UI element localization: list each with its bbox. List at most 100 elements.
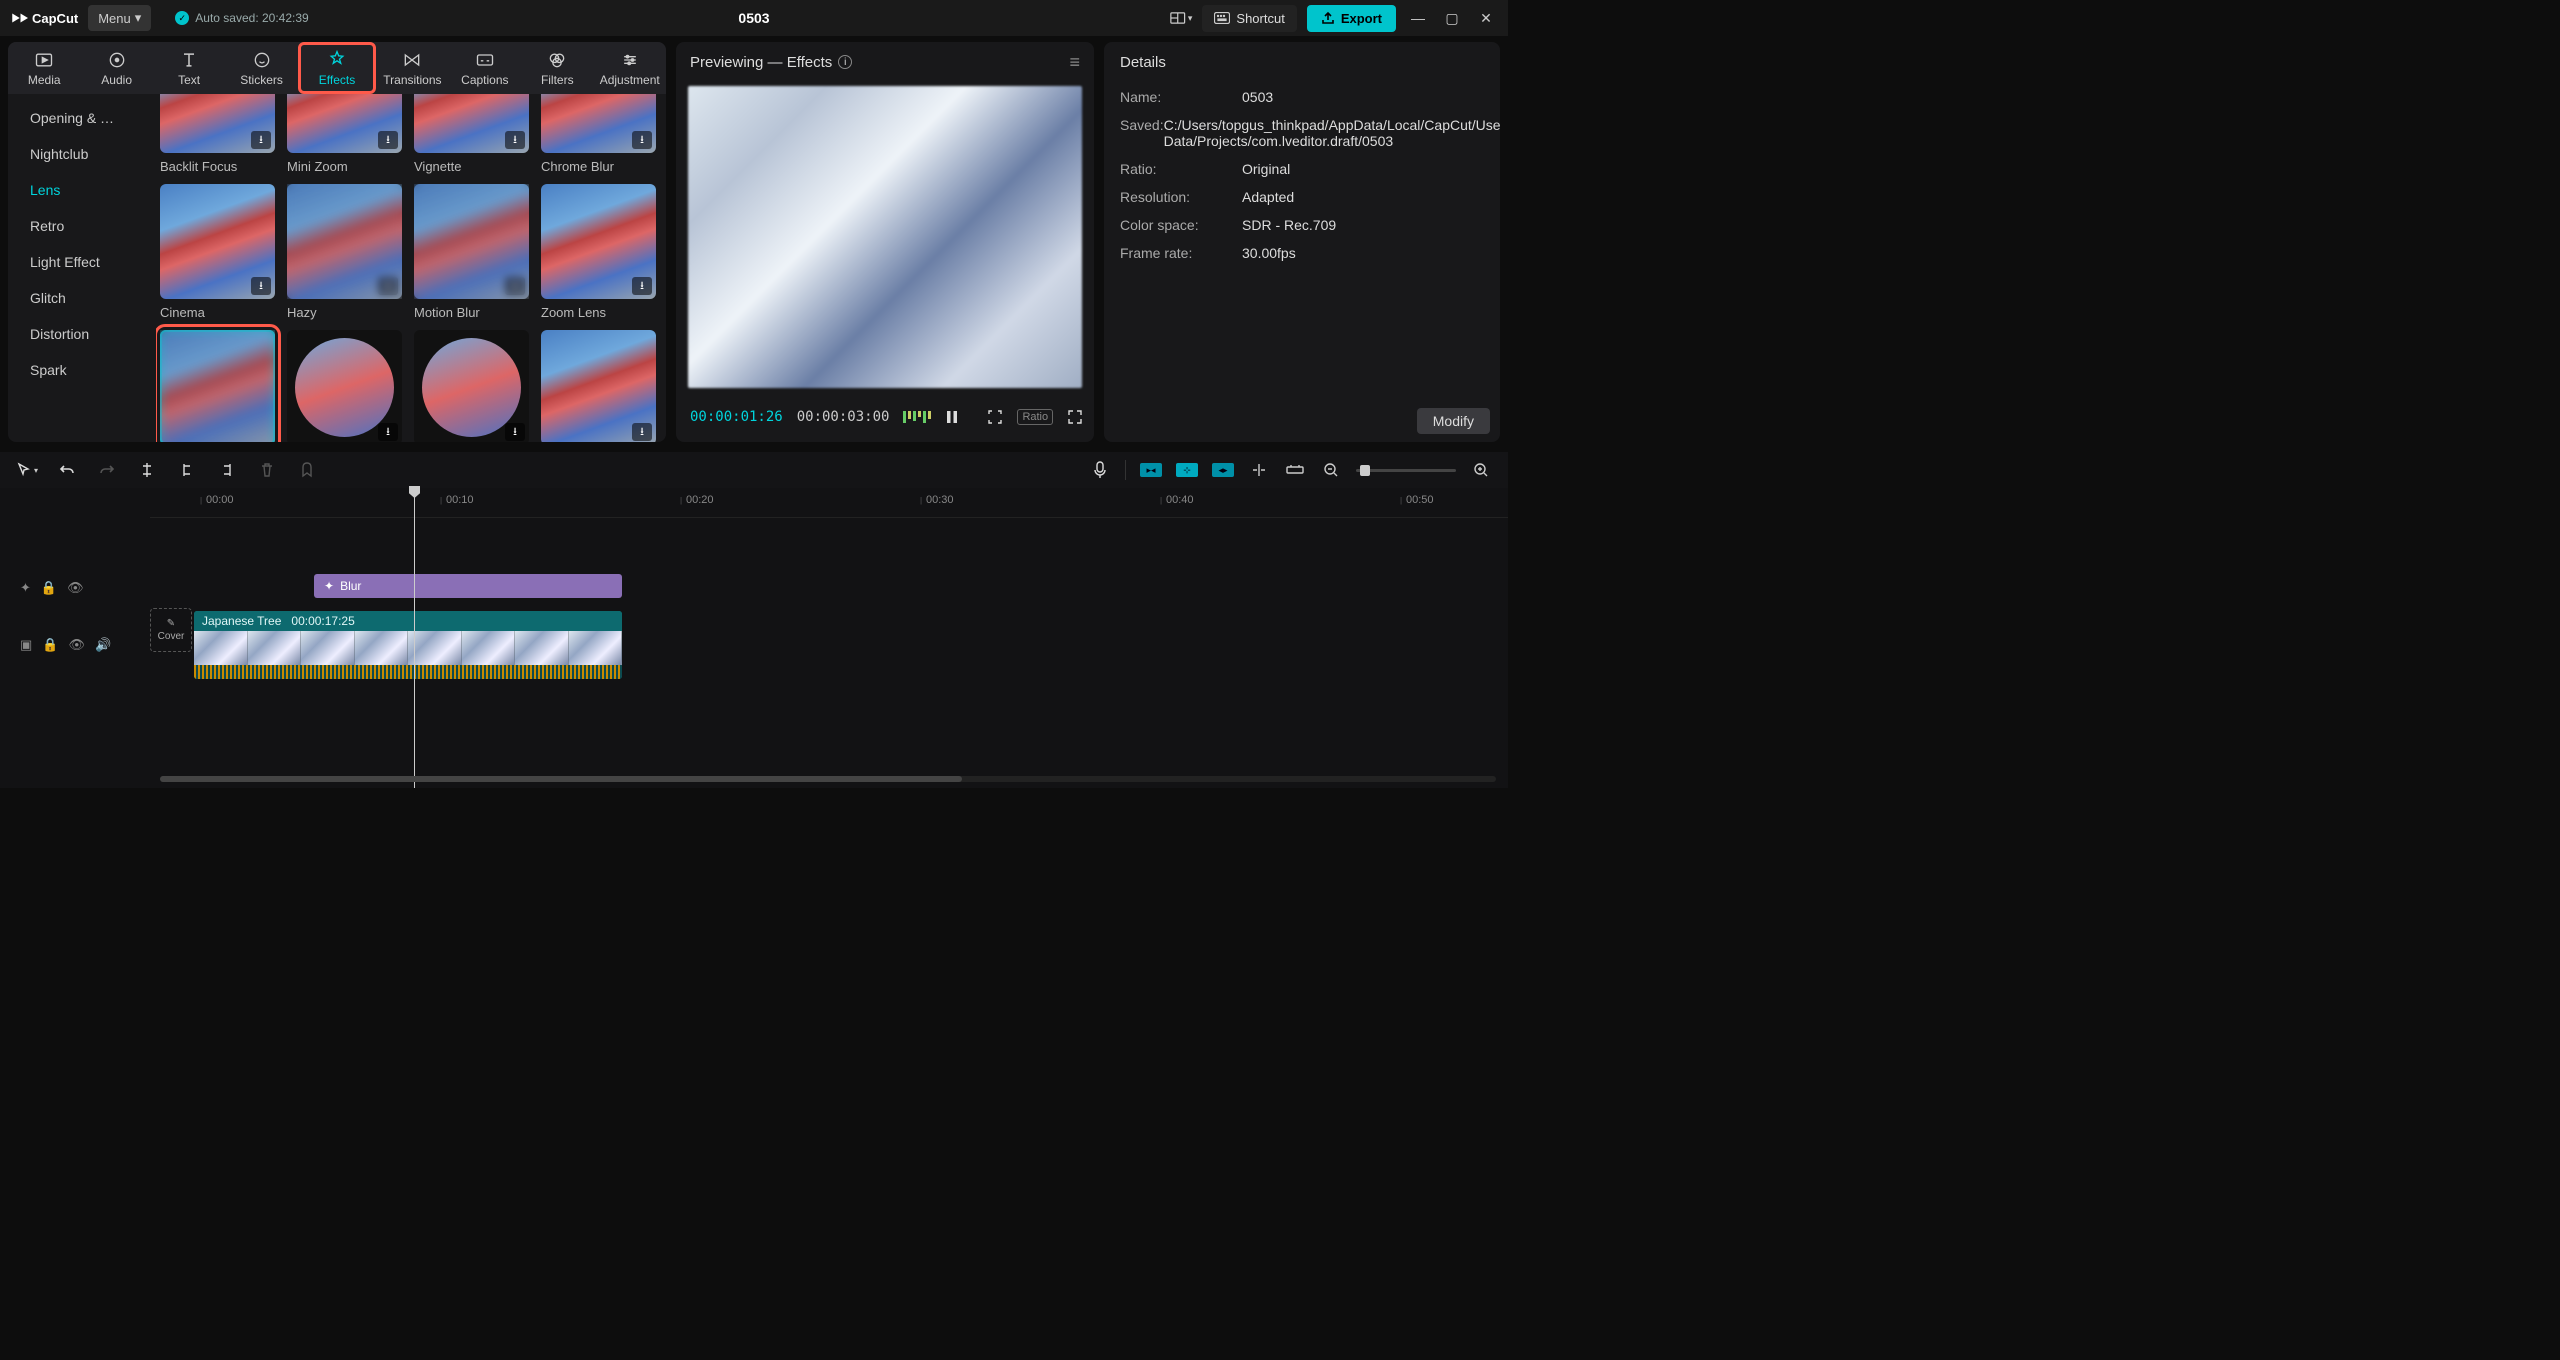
download-icon[interactable]: ⭳ (505, 277, 525, 295)
category-lens[interactable]: Lens (8, 172, 156, 208)
timeline-scrollbar[interactable] (160, 776, 1496, 782)
clip-name: Japanese Tree (202, 614, 281, 628)
menu-button[interactable]: Menu ▾ (88, 5, 151, 31)
download-icon[interactable]: ⭳ (251, 277, 271, 295)
zoom-slider[interactable] (1356, 469, 1456, 472)
effect-card[interactable]: ⭳Hazy (287, 184, 402, 320)
maximize-button[interactable]: ▢ (1440, 6, 1464, 30)
effect-card-blur[interactable]: Blur (157, 327, 278, 442)
tab-stickers[interactable]: Stickers (225, 42, 297, 94)
effect-card[interactable]: ⭳Fisheye III (414, 330, 529, 442)
ruler-tick: 00:50 (1406, 494, 1434, 506)
zoom-out-button[interactable] (1320, 459, 1342, 481)
shortcut-button[interactable]: Shortcut (1202, 5, 1296, 32)
export-button[interactable]: Export (1307, 5, 1396, 32)
effect-card[interactable]: ⭳ Cinema (160, 184, 275, 320)
modify-button[interactable]: Modify (1417, 408, 1490, 434)
trim-left-button[interactable] (176, 459, 198, 481)
zoom-knob[interactable] (1360, 465, 1370, 476)
clip-thumbnails (194, 631, 622, 665)
zoom-in-button[interactable] (1470, 459, 1492, 481)
timeline-ruler[interactable]: 00:00 00:10 00:20 00:30 00:40 00:50 (150, 488, 1508, 518)
mute-icon[interactable]: 🔊 (95, 637, 111, 653)
trim-right-button[interactable] (216, 459, 238, 481)
effect-card[interactable]: ⭳Vignette (414, 94, 529, 174)
eye-icon[interactable]: 👁 (68, 637, 85, 653)
timecode-total: 00:00:03:00 (797, 409, 890, 425)
category-glitch[interactable]: Glitch (8, 280, 156, 316)
download-icon[interactable]: ⭳ (632, 131, 652, 149)
cover-button[interactable]: ✎ Cover (150, 608, 192, 652)
clip-audio-wave (194, 665, 622, 679)
category-opening[interactable]: Opening & … (8, 100, 156, 136)
tab-effects[interactable]: Effects (298, 42, 376, 94)
split-button[interactable] (136, 459, 158, 481)
lock-icon[interactable]: 🔒 (41, 580, 57, 596)
tab-transitions[interactable]: Transitions (376, 42, 448, 94)
magnet-main-button[interactable]: ▸◂ (1140, 463, 1162, 477)
select-tool[interactable]: ▾ (16, 459, 38, 481)
layout-button[interactable]: ▾ (1170, 7, 1192, 29)
preview-viewport[interactable] (688, 86, 1082, 388)
playhead[interactable] (414, 488, 415, 788)
scrollbar-thumb[interactable] (160, 776, 962, 782)
download-icon[interactable]: ⭳ (378, 423, 398, 441)
effect-card[interactable]: ⭳Fisheye 4 (287, 330, 402, 442)
scan-icon[interactable] (987, 406, 1003, 428)
ratio-button[interactable]: Ratio (1017, 409, 1053, 425)
effect-label: Motion Blur (414, 305, 529, 320)
delete-button[interactable] (256, 459, 278, 481)
download-icon[interactable]: ⭳ (378, 131, 398, 149)
tab-filters[interactable]: Filters (521, 42, 593, 94)
effect-card[interactable]: ⭳Zoom Lens (541, 184, 656, 320)
marker-button[interactable] (296, 459, 318, 481)
audio-level-icon (903, 411, 931, 423)
minimize-button[interactable]: — (1406, 6, 1430, 30)
undo-button[interactable] (56, 459, 78, 481)
category-retro[interactable]: Retro (8, 208, 156, 244)
download-icon[interactable]: ⭳ (251, 131, 271, 149)
video-track-icon[interactable]: ▣ (20, 637, 32, 653)
preview-menu-button[interactable]: ≡ (1069, 52, 1080, 73)
eye-icon[interactable]: 👁 (67, 580, 84, 596)
download-icon[interactable]: ⭳ (632, 277, 652, 295)
close-button[interactable]: ✕ (1474, 6, 1498, 30)
effect-card[interactable]: ⭳Mini Zoom (287, 94, 402, 174)
redo-button[interactable] (96, 459, 118, 481)
effect-card[interactable]: ⭳Fisheye (541, 330, 656, 442)
preview-trim-button[interactable] (1284, 459, 1306, 481)
category-distortion[interactable]: Distortion (8, 316, 156, 352)
tab-adjustment[interactable]: Adjustment (594, 42, 666, 94)
pause-button[interactable] (945, 406, 959, 428)
tab-captions[interactable]: Captions (449, 42, 521, 94)
download-icon[interactable]: ⭳ (505, 131, 525, 149)
effect-clip[interactable]: ✦ Blur (314, 574, 622, 598)
timeline[interactable]: 00:00 00:10 00:20 00:30 00:40 00:50 ✦ 🔒 … (0, 488, 1508, 788)
category-light-effect[interactable]: Light Effect (8, 244, 156, 280)
category-nightclub[interactable]: Nightclub (8, 136, 156, 172)
fullscreen-button[interactable] (1067, 406, 1083, 428)
sparkle-icon: ✦ (324, 579, 334, 593)
effect-label: Cinema (160, 305, 275, 320)
effect-card[interactable]: ⭳Backlit Focus (160, 94, 275, 174)
video-clip[interactable]: Japanese Tree 00:00:17:25 (194, 611, 622, 679)
tab-audio[interactable]: Audio (80, 42, 152, 94)
lock-icon[interactable]: 🔒 (42, 637, 58, 653)
tab-media[interactable]: Media (8, 42, 80, 94)
magnet-link-button[interactable]: ⊹ (1176, 463, 1198, 477)
effect-card[interactable]: ⭳ Motion Blur (414, 184, 529, 320)
effect-track-icon[interactable]: ✦ (20, 580, 31, 596)
download-icon[interactable]: ⭳ (378, 277, 398, 295)
effect-card[interactable]: ⭳Chrome Blur (541, 94, 656, 174)
clip-duration: 00:00:17:25 (291, 614, 354, 628)
download-icon[interactable]: ⭳ (632, 423, 652, 441)
align-button[interactable] (1248, 459, 1270, 481)
magnet-snap-button[interactable]: ◂▸ (1212, 463, 1234, 477)
export-label: Export (1341, 11, 1382, 26)
download-icon[interactable]: ⭳ (505, 423, 525, 441)
chevron-down-icon: ▾ (34, 466, 38, 475)
info-icon[interactable]: i (838, 55, 852, 69)
mic-button[interactable] (1089, 459, 1111, 481)
tab-text[interactable]: Text (153, 42, 225, 94)
category-spark[interactable]: Spark (8, 352, 156, 388)
